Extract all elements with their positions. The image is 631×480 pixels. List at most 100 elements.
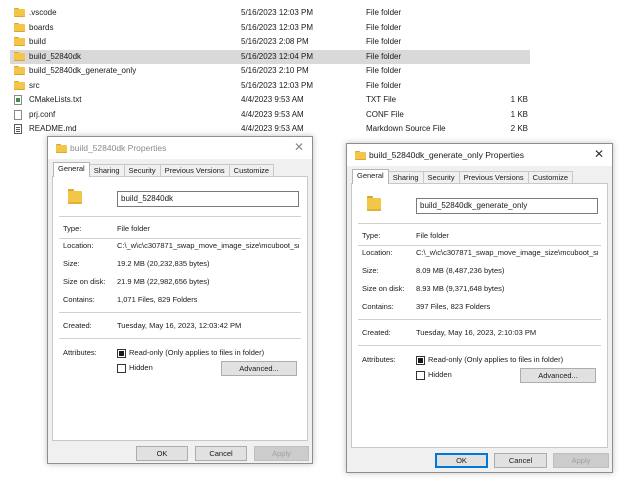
size-on-disk-label: Size on disk: — [362, 284, 405, 293]
file-row-boards[interactable]: boards 5/16/2023 12:03 PM File folder — [10, 21, 530, 35]
file-type: TXT File — [366, 95, 397, 104]
tab-general[interactable]: General — [352, 169, 389, 184]
location-label: Location: — [362, 248, 393, 257]
size-label: Size: — [362, 266, 379, 275]
attributes-label: Attributes: — [63, 348, 97, 357]
tab-strip: General Sharing Security Previous Versio… — [352, 169, 574, 184]
file-row-build-52840dk[interactable]: build_52840dk 5/16/2023 12:04 PM File fo… — [10, 49, 530, 64]
folder-icon — [14, 66, 25, 76]
size-label: Size: — [63, 259, 80, 268]
file-name: prj.conf — [29, 109, 56, 119]
separator — [358, 345, 601, 346]
properties-dialog-build-52840dk-generate-only: build_52840dk_generate_only Properties ✕… — [346, 143, 613, 473]
file-row-cmakelists[interactable]: CMakeLists.txt 4/4/2023 9:53 AM TXT File… — [10, 93, 530, 107]
file-name: .vscode — [29, 8, 57, 17]
readonly-checkbox[interactable] — [416, 356, 425, 365]
file-date: 5/16/2023 12:03 PM — [241, 8, 314, 17]
dialog-title: build_52840dk Properties — [70, 143, 167, 153]
created-value: Tuesday, May 16, 2023, 2:10:03 PM — [416, 328, 537, 337]
folder-icon — [14, 80, 25, 91]
file-date: 5/16/2023 2:10 PM — [241, 66, 309, 75]
folder-icon — [14, 8, 25, 18]
dialog-titlebar[interactable]: build_52840dk_generate_only Properties ✕ — [347, 144, 612, 166]
separator — [59, 338, 301, 339]
dialog-title: build_52840dk_generate_only Properties — [369, 150, 525, 160]
cancel-button[interactable]: Cancel — [195, 446, 247, 461]
text-file-icon — [14, 95, 25, 105]
cancel-button[interactable]: Cancel — [494, 453, 547, 468]
separator — [59, 238, 301, 239]
hidden-label[interactable]: Hidden — [428, 370, 452, 379]
general-panel: build_52840dk_generate_only Type: File f… — [351, 183, 608, 448]
file-name: CMakeLists.txt — [29, 95, 82, 104]
apply-button[interactable]: Apply — [553, 453, 609, 468]
folder-icon — [68, 189, 82, 204]
separator — [358, 223, 601, 224]
contains-value: 1,071 Files, 829 Folders — [117, 295, 198, 304]
size-value: 8.09 MB (8,487,236 bytes) — [416, 266, 505, 275]
location-value: C:\_w\c\c307871_swap_move_image_size\mcu… — [416, 248, 598, 257]
file-type: File folder — [366, 8, 402, 17]
file-date: 4/4/2023 9:53 AM — [241, 109, 304, 119]
file-type: CONF File — [366, 109, 404, 119]
file-date: 5/16/2023 12:03 PM — [241, 22, 314, 32]
hidden-checkbox[interactable] — [416, 371, 425, 380]
file-row-readme[interactable]: README.md 4/4/2023 9:53 AM Markdown Sour… — [10, 122, 530, 136]
separator — [358, 319, 601, 320]
type-label: Type: — [63, 224, 82, 233]
readonly-checkbox[interactable] — [117, 349, 126, 358]
folder-name-field[interactable]: build_52840dk_generate_only — [416, 198, 598, 214]
hidden-label[interactable]: Hidden — [129, 363, 153, 372]
tab-strip: General Sharing Security Previous Versio… — [53, 162, 275, 177]
readonly-label[interactable]: Read-only (Only applies to files in fold… — [129, 348, 264, 357]
folder-icon — [14, 37, 25, 47]
contains-value: 397 Files, 823 Folders — [416, 302, 491, 311]
file-size: 1 KB — [510, 109, 528, 119]
apply-button[interactable]: Apply — [254, 446, 309, 461]
separator — [358, 245, 601, 246]
file-row-prj-conf[interactable]: prj.conf 4/4/2023 9:53 AM CONF File 1 KB — [10, 108, 530, 122]
file-type: File folder — [366, 37, 402, 46]
type-value: File folder — [117, 224, 150, 233]
general-panel: build_52840dk Type: File folder Location… — [52, 176, 308, 441]
folder-icon — [355, 151, 366, 160]
created-label: Created: — [362, 328, 391, 337]
file-name: build_52840dk — [29, 51, 82, 61]
close-button[interactable]: ✕ — [294, 140, 304, 154]
tab-general[interactable]: General — [53, 162, 90, 177]
file-row-build[interactable]: build 5/16/2023 2:08 PM File folder — [10, 35, 530, 49]
file-name: src — [29, 80, 40, 90]
file-date: 5/16/2023 12:03 PM — [241, 80, 314, 90]
folder-icon — [56, 144, 67, 153]
hidden-checkbox[interactable] — [117, 364, 126, 373]
ok-button[interactable]: OK — [136, 446, 188, 461]
file-type: Markdown Source File — [366, 124, 446, 133]
close-button[interactable]: ✕ — [594, 147, 604, 161]
size-on-disk-label: Size on disk: — [63, 277, 106, 286]
file-name: boards — [29, 22, 54, 32]
contains-label: Contains: — [362, 302, 394, 311]
file-name: build_52840dk_generate_only — [29, 66, 137, 75]
dialog-titlebar[interactable]: build_52840dk Properties ✕ — [48, 137, 312, 159]
file-date: 4/4/2023 9:53 AM — [241, 95, 304, 104]
readonly-label[interactable]: Read-only (Only applies to files in fold… — [428, 355, 563, 364]
file-row-vscode[interactable]: .vscode 5/16/2023 12:03 PM File folder — [10, 6, 530, 20]
markdown-file-icon — [14, 124, 25, 134]
advanced-button[interactable]: Advanced... — [221, 361, 297, 376]
folder-icon — [367, 196, 381, 211]
separator — [59, 312, 301, 313]
file-row-src[interactable]: src 5/16/2023 12:03 PM File folder — [10, 79, 530, 93]
file-type: File folder — [366, 22, 402, 32]
file-row-build-52840dk-generate-only[interactable]: build_52840dk_generate_only 5/16/2023 2:… — [10, 64, 530, 78]
file-date: 5/16/2023 12:04 PM — [241, 51, 314, 61]
created-label: Created: — [63, 321, 92, 330]
advanced-button[interactable]: Advanced... — [520, 368, 596, 383]
file-date: 4/4/2023 9:53 AM — [241, 124, 304, 133]
properties-dialog-build-52840dk: build_52840dk Properties ✕ General Shari… — [47, 136, 313, 464]
file-date: 5/16/2023 2:08 PM — [241, 37, 309, 46]
type-label: Type: — [362, 231, 381, 240]
attributes-label: Attributes: — [362, 355, 396, 364]
size-on-disk-value: 8.93 MB (9,371,648 bytes) — [416, 284, 505, 293]
folder-name-field[interactable]: build_52840dk — [117, 191, 299, 207]
ok-button[interactable]: OK — [435, 453, 488, 468]
